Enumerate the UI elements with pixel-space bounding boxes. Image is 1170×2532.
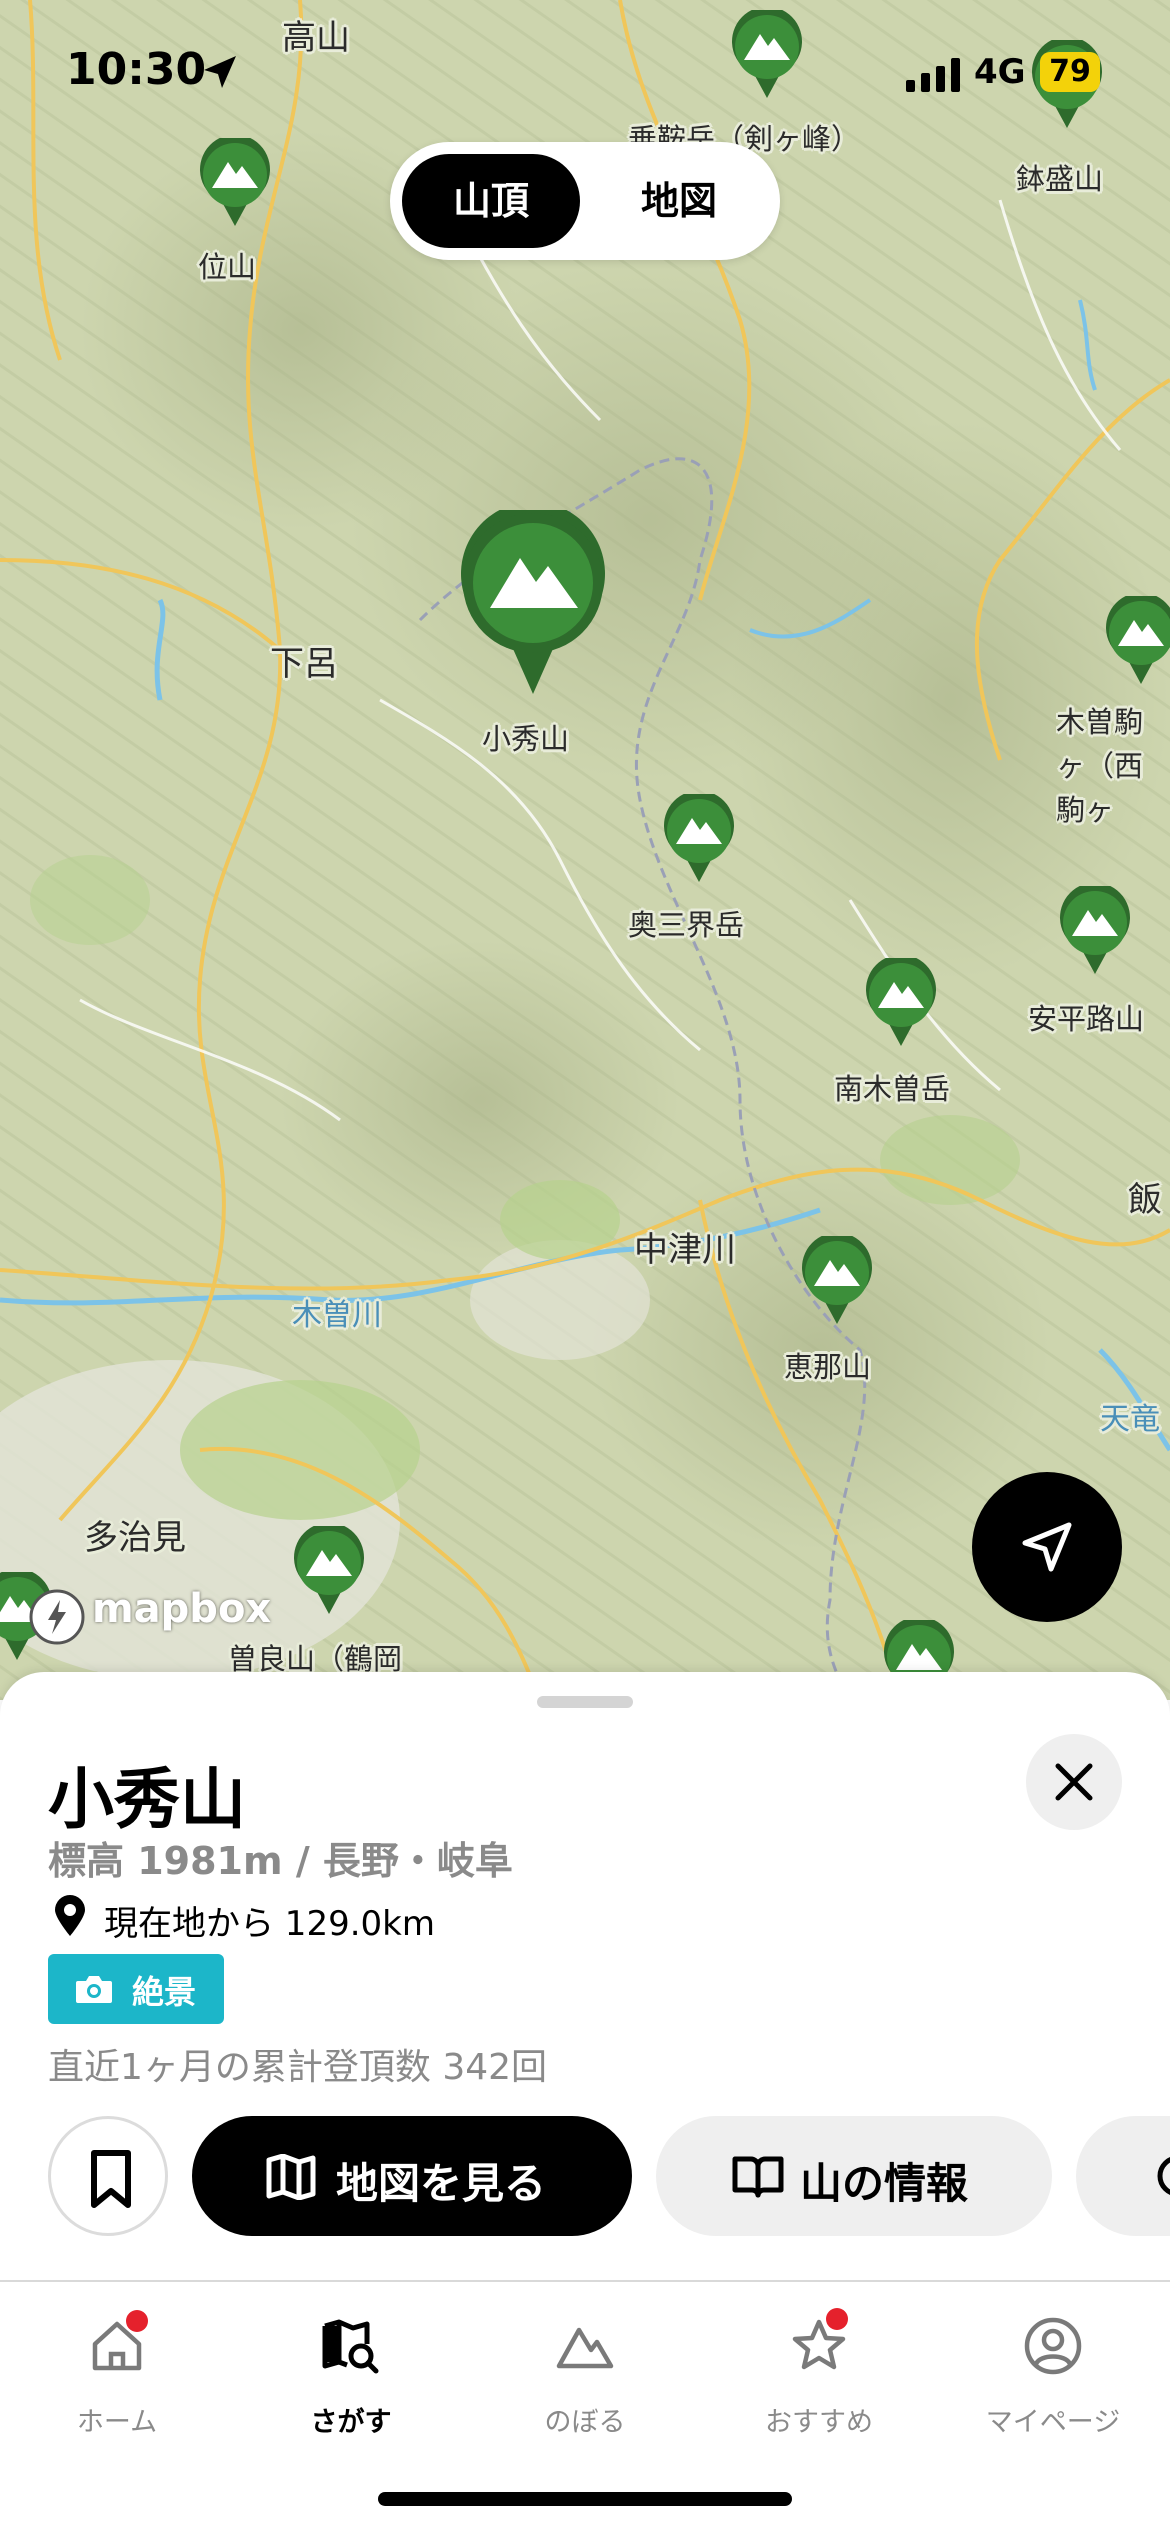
mountain-label: 位山 (198, 250, 257, 284)
tab-recommended[interactable]: おすすめ (702, 2282, 936, 2462)
view-map-button[interactable]: 地図を見る (192, 2116, 632, 2236)
mountain-info-label: 山の情報 (800, 2159, 969, 2208)
notification-badge (826, 2308, 848, 2330)
mountain-pin-icon (664, 794, 734, 882)
current-location-button[interactable] (972, 1472, 1122, 1622)
mountain-label: 鉢盛山 (1016, 162, 1104, 196)
mountain-label: 木曽駒ヶ（西駒ヶ (1056, 705, 1144, 827)
book-icon (732, 2156, 784, 2198)
toggle-summits[interactable]: 山頂 (402, 154, 580, 248)
close-button[interactable] (1026, 1734, 1122, 1830)
location-pin-icon (55, 1895, 85, 1936)
tab-label: のぼる (544, 2407, 626, 2438)
tab-label: ホーム (76, 2407, 158, 2438)
mountain-icon (556, 2327, 614, 2369)
view-map-label: 地図を見る (336, 2159, 547, 2208)
place-label-ii: 飯 (1128, 1180, 1162, 1220)
place-label-gero: 下呂 (270, 644, 338, 684)
mountain-info-button[interactable]: 山の情報 (656, 2116, 1052, 2236)
place-label-nakatsugawa: 中津川 (634, 1230, 736, 1270)
network-type: 4G (974, 52, 1026, 92)
camera-icon (76, 1976, 112, 2003)
mountain-pin-kohideyama-selected[interactable] (460, 510, 606, 696)
mountain-pin-nagisodake[interactable] (864, 958, 938, 1048)
bookmark-button[interactable] (48, 2116, 168, 2236)
mountain-pin-okusankaidake[interactable] (662, 794, 736, 884)
tab-label: さがす (310, 2407, 392, 2438)
mountain-pin-sorayama[interactable] (292, 1526, 366, 1616)
mountain-pin-icon (1060, 886, 1130, 974)
home-indicator (378, 2492, 792, 2506)
more-action-button[interactable] (1076, 2116, 1170, 2236)
bookmark-icon (91, 2150, 131, 2208)
feature-tag: 絶景 (48, 1954, 224, 2024)
feature-tag-label: 絶景 (132, 1973, 197, 2011)
mountain-label: 奥三界岳 (628, 908, 745, 942)
mountain-pin-icon (294, 1526, 364, 1614)
mountain-pin-icon (866, 958, 936, 1046)
map-icon (266, 2154, 316, 2200)
mountain-label: 恵那山 (784, 1350, 872, 1384)
more-action-icon (1157, 2157, 1170, 2195)
mountain-title: 小秀山 (48, 1761, 246, 1838)
close-icon (1055, 1763, 1093, 1801)
mountain-elevation-region: 標高 1981m / 長野・岐阜 (48, 1839, 513, 1883)
mountain-pin-icon (1106, 596, 1170, 684)
map-search-icon (322, 2319, 379, 2374)
battery-indicator: 79 (1040, 52, 1100, 92)
mountain-label: 南木曽岳 (834, 1072, 951, 1106)
mountain-label: 小秀山 (482, 722, 570, 756)
place-label-tajimi: 多治見 (84, 1518, 186, 1558)
tab-mypage[interactable]: マイページ (936, 2282, 1170, 2462)
mountain-detail-sheet: 小秀山 標高 1981m / 長野・岐阜 現在地から 129.0km 絶景 直近… (0, 1672, 1170, 2532)
action-buttons: 地図を見る 山の情報 (0, 2116, 1170, 2236)
mountain-label: 安平路山 (1028, 1002, 1145, 1036)
toggle-map[interactable]: 地図 (590, 154, 768, 248)
notification-badge (126, 2310, 148, 2332)
mountain-pin-icon (802, 1236, 872, 1324)
sheet-grabber[interactable] (537, 1696, 633, 1708)
tab-search[interactable]: さがす (234, 2282, 468, 2462)
distance-text: 現在地から 129.0km (104, 1904, 435, 1944)
tab-label: おすすめ (765, 2407, 873, 2438)
climb-stats: 直近1ヶ月の累計登頂数 342回 (48, 2047, 548, 2088)
navigation-arrow-icon (1022, 1522, 1072, 1572)
cellular-signal-icon (906, 58, 960, 92)
place-label-tenryu: 天竜 (1100, 1402, 1160, 1437)
tab-home[interactable]: ホーム (0, 2282, 234, 2462)
status-time: 10:30 (66, 44, 207, 95)
mountain-pin-kisokomagatake[interactable] (1104, 596, 1170, 686)
place-label-kisogawa: 木曽川 (292, 1298, 382, 1333)
mapbox-logo-icon (29, 1589, 85, 1645)
view-toggle: 山頂 地図 (390, 142, 780, 260)
tab-label: マイページ (985, 2407, 1121, 2438)
mountain-pin-anpeijiyama[interactable] (1058, 886, 1132, 976)
app-screen: 高山 下呂 中津川 多治見 木曽川 飯 天竜 位山 乗鞍岳（剣ヶ峰） 鉢盛山 小… (0, 0, 1170, 2532)
tab-climb[interactable]: のぼる (468, 2282, 702, 2462)
mountain-pin-enasan[interactable] (800, 1236, 874, 1326)
location-services-icon (204, 56, 236, 88)
mountain-pin-icon (200, 138, 270, 226)
status-bar: 10:30 4G 79 (0, 0, 1170, 140)
mountain-pin-icon (461, 510, 605, 694)
mountain-pin-kuraiyama[interactable] (198, 138, 272, 228)
mapbox-attribution: mapbox (92, 1586, 272, 1632)
profile-icon (1024, 2317, 1082, 2375)
